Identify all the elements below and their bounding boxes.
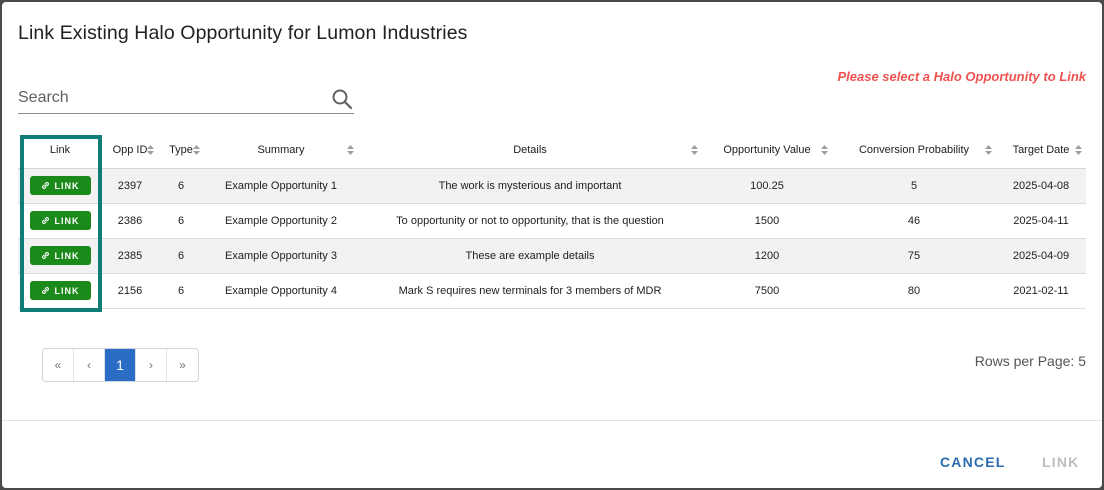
footer-divider: [2, 420, 1102, 421]
table-row: LINK 2156 6 Example Opportunity 4 Mark S…: [18, 273, 1086, 309]
link-button-label: LINK: [54, 215, 80, 226]
search-input[interactable]: [18, 84, 318, 112]
target-date-cell: 2025-04-09: [996, 238, 1086, 274]
table-row: LINK 2386 6 Example Opportunity 2 To opp…: [18, 203, 1086, 239]
opp-id-cell: 2386: [102, 203, 158, 239]
details-cell: These are example details: [358, 238, 702, 274]
value-cell: 1500: [702, 203, 832, 239]
link-submit-button[interactable]: LINK: [1042, 454, 1079, 470]
column-header-target-date[interactable]: Target Date: [996, 132, 1086, 169]
type-cell: 6: [158, 203, 204, 239]
link-cell: LINK: [18, 203, 102, 239]
pagination: « ‹ 1 › »: [42, 348, 199, 382]
column-header-conversion-probability[interactable]: Conversion Probability: [832, 132, 996, 169]
column-header-type[interactable]: Type: [158, 132, 204, 169]
probability-cell: 75: [832, 238, 996, 274]
next-page-button[interactable]: ›: [136, 349, 167, 381]
opp-id-cell: 2385: [102, 238, 158, 274]
link-row-button[interactable]: LINK: [29, 211, 91, 230]
sort-icon[interactable]: [821, 145, 828, 155]
opportunity-table-wrapper: Link Opp ID Type Summary Details Opportu…: [18, 132, 1086, 312]
details-cell: To opportunity or not to opportunity, th…: [358, 203, 702, 239]
summary-cell: Example Opportunity 4: [204, 273, 358, 309]
link-icon: [41, 287, 49, 294]
sort-icon[interactable]: [193, 145, 200, 155]
link-row-button[interactable]: LINK: [29, 281, 91, 300]
probability-cell: 80: [832, 273, 996, 309]
probability-cell: 5: [832, 168, 996, 204]
probability-cell: 46: [832, 203, 996, 239]
summary-cell: Example Opportunity 3: [204, 238, 358, 274]
table-header-row: Link Opp ID Type Summary Details Opportu…: [18, 132, 1086, 169]
previous-page-button[interactable]: ‹: [74, 349, 105, 381]
details-cell: The work is mysterious and important: [358, 168, 702, 204]
rows-per-page: Rows per Page: 5: [974, 353, 1086, 369]
table-row: LINK 2385 6 Example Opportunity 3 These …: [18, 238, 1086, 274]
type-cell: 6: [158, 168, 204, 204]
column-header-opportunity-value[interactable]: Opportunity Value: [702, 132, 832, 169]
link-button-label: LINK: [54, 285, 80, 296]
target-date-cell: 2021-02-11: [996, 273, 1086, 309]
column-header-summary[interactable]: Summary: [204, 132, 358, 169]
link-button-label: LINK: [54, 180, 80, 191]
target-date-cell: 2025-04-11: [996, 203, 1086, 239]
link-row-button[interactable]: LINK: [29, 176, 91, 195]
link-row-button[interactable]: LINK: [29, 246, 91, 265]
details-cell: Mark S requires new terminals for 3 memb…: [358, 273, 702, 309]
cancel-button[interactable]: CANCEL: [940, 454, 1006, 470]
column-header-details[interactable]: Details: [358, 132, 702, 169]
search-icon[interactable]: [330, 87, 354, 111]
link-cell: LINK: [18, 273, 102, 309]
summary-cell: Example Opportunity 2: [204, 203, 358, 239]
summary-cell: Example Opportunity 1: [204, 168, 358, 204]
opp-id-cell: 2156: [102, 273, 158, 309]
first-page-button[interactable]: «: [43, 349, 74, 381]
link-icon: [41, 182, 49, 189]
last-page-button[interactable]: »: [167, 349, 198, 381]
opportunity-table: Link Opp ID Type Summary Details Opportu…: [18, 132, 1086, 309]
type-cell: 6: [158, 273, 204, 309]
sort-icon[interactable]: [347, 145, 354, 155]
column-header-opp-id[interactable]: Opp ID: [102, 132, 158, 169]
opp-id-cell: 2397: [102, 168, 158, 204]
dialog-title: Link Existing Halo Opportunity for Lumon…: [18, 22, 468, 44]
link-icon: [41, 252, 49, 259]
search-field: [18, 84, 354, 114]
selection-warning: Please select a Halo Opportunity to Link: [837, 69, 1086, 84]
sort-icon[interactable]: [691, 145, 698, 155]
link-cell: LINK: [18, 168, 102, 204]
link-icon: [41, 217, 49, 224]
value-cell: 100.25: [702, 168, 832, 204]
sort-icon[interactable]: [985, 145, 992, 155]
link-button-label: LINK: [54, 250, 80, 261]
link-opportunity-dialog: Link Existing Halo Opportunity for Lumon…: [2, 2, 1102, 488]
current-page-button[interactable]: 1: [105, 349, 136, 381]
column-header-link: Link: [18, 132, 102, 169]
target-date-cell: 2025-04-08: [996, 168, 1086, 204]
value-cell: 1200: [702, 238, 832, 274]
sort-icon[interactable]: [147, 145, 154, 155]
sort-icon[interactable]: [1075, 145, 1082, 155]
type-cell: 6: [158, 238, 204, 274]
value-cell: 7500: [702, 273, 832, 309]
table-row: LINK 2397 6 Example Opportunity 1 The wo…: [18, 168, 1086, 204]
link-cell: LINK: [18, 238, 102, 274]
